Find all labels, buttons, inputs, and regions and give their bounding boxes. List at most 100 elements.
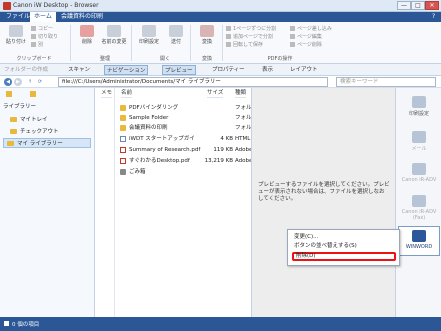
delete-page-icon bbox=[290, 42, 295, 47]
search-input[interactable]: 検索キーワード bbox=[336, 77, 436, 87]
tree-item-mytray[interactable]: マイトレイ bbox=[10, 115, 48, 123]
rename-button[interactable]: 名前の変更 bbox=[100, 25, 128, 45]
back-icon[interactable]: ◀ bbox=[4, 78, 12, 86]
printer-icon bbox=[412, 96, 426, 108]
ribbon: 貼り付け コピー 切り取り 別 クリップボード 削除 名前の変更 整理 印刷設定… bbox=[0, 22, 441, 64]
rotate-save-button[interactable]: 回転して保存 bbox=[226, 42, 263, 49]
pdf-file-icon bbox=[120, 157, 126, 164]
split-add-icon bbox=[226, 34, 231, 39]
output-mail-button[interactable]: メール bbox=[398, 128, 440, 156]
menu-item-delete[interactable]: 削除(D) bbox=[292, 252, 396, 261]
convert-button[interactable]: 変換 bbox=[193, 25, 221, 45]
file-row[interactable]: ごみ箱 bbox=[115, 167, 251, 177]
status-text: 0 個の項目 bbox=[12, 322, 40, 328]
menu-item-change[interactable]: 変更(C)... bbox=[292, 233, 396, 242]
column-header-type[interactable]: 種類 bbox=[235, 88, 247, 98]
paste-button[interactable]: 貼り付け bbox=[2, 25, 30, 45]
mail-icon bbox=[412, 131, 426, 143]
cut-button[interactable]: 切り取り bbox=[31, 34, 58, 41]
split-pages-button[interactable]: 1ページずつに分割 bbox=[226, 26, 276, 33]
file-row[interactable]: 会議資料の印刷 フォル bbox=[115, 123, 252, 133]
printer-icon bbox=[142, 25, 156, 37]
library-pane: ライブラリー マイトレイ チェックアウト マイ ライブラリー bbox=[0, 88, 95, 317]
ribbon-divider bbox=[190, 25, 191, 61]
memo-column: メモ bbox=[95, 88, 115, 317]
add-page-split-button[interactable]: 追加ページで分割 bbox=[226, 34, 273, 41]
word-icon bbox=[412, 230, 426, 242]
column-header-size[interactable]: サイズ bbox=[207, 88, 224, 98]
insert-page-icon bbox=[290, 26, 295, 31]
file-row[interactable]: Sample Folder フォル bbox=[115, 113, 252, 123]
create-folder-button[interactable]: フォルダーの作成 bbox=[4, 65, 48, 75]
folder-icon bbox=[10, 117, 17, 122]
properties-button[interactable]: プロパティー bbox=[212, 65, 245, 75]
file-row[interactable]: すぐわかるDesktop.pdf 13,219 KB Adobe bbox=[115, 156, 252, 166]
add-library-icon[interactable] bbox=[30, 91, 36, 97]
folder-icon bbox=[120, 104, 126, 111]
tree-item-checkout[interactable]: チェックアウト bbox=[10, 127, 59, 135]
copy-icon bbox=[31, 26, 36, 31]
scan-button[interactable]: スキャン bbox=[68, 65, 90, 75]
menu-bar: ファイル ホーム 会議資料の印刷 ? bbox=[0, 12, 441, 22]
paste-icon bbox=[9, 25, 23, 37]
output-canon-fax-button[interactable]: Canon iR-ADV (Fax) bbox=[398, 192, 440, 221]
tree-item-my-library[interactable]: マイ ライブラリー bbox=[3, 138, 91, 148]
file-row[interactable]: iWDT スタートアップガイ 4 KB HTML bbox=[115, 134, 251, 144]
delete-icon bbox=[80, 25, 94, 37]
rotate-icon bbox=[226, 42, 231, 47]
app-icon bbox=[3, 2, 11, 10]
navigation-button[interactable]: ナビゲーション bbox=[104, 65, 149, 75]
group-pdf-ops: PDFの操作 bbox=[267, 56, 293, 62]
fax-icon bbox=[412, 195, 426, 207]
menu-item-reorder[interactable]: ボタンの並べ替えする(S) bbox=[292, 242, 396, 251]
output-canon-adv-button[interactable]: Canon iR-ADV bbox=[398, 160, 440, 188]
folder-icon bbox=[120, 124, 126, 131]
column-header-name[interactable]: 名前 bbox=[121, 88, 133, 98]
folder-icon bbox=[7, 141, 14, 146]
refresh-icon[interactable]: ⟳ bbox=[36, 78, 44, 86]
view-button[interactable]: 表示 bbox=[262, 65, 273, 75]
group-organize: 整理 bbox=[99, 56, 110, 62]
address-input[interactable]: file:///C:/Users/Administrator/Documents… bbox=[58, 77, 328, 87]
edit-page-button[interactable]: ページ編集 bbox=[290, 34, 322, 41]
print-settings-button[interactable]: 印刷設定 bbox=[135, 25, 163, 45]
title-bar: Canon iW Desktop - Browser — □ ✕ bbox=[0, 0, 441, 12]
output-winword-button[interactable]: WINWORD bbox=[398, 226, 440, 256]
window-title: Canon iW Desktop - Browser bbox=[13, 2, 99, 9]
preview-pane: プレビューするファイルを選択してください。プレビューが表示されない場合は、ファイ… bbox=[251, 88, 395, 317]
library-icon bbox=[6, 91, 12, 97]
shortcut-icon bbox=[31, 42, 36, 47]
status-icon bbox=[4, 321, 9, 326]
column-header-memo[interactable]: メモ bbox=[101, 88, 113, 98]
convert-icon bbox=[200, 25, 214, 37]
tab-meeting-print[interactable]: 会議資料の印刷 bbox=[57, 12, 107, 22]
delete-page-button[interactable]: ページ削除 bbox=[290, 42, 322, 49]
send-icon bbox=[169, 25, 183, 37]
layout-button[interactable]: レイアウト bbox=[290, 65, 318, 75]
output-bar: 印刷設定 メール Canon iR-ADV Canon iR-ADV (Fax)… bbox=[395, 88, 441, 317]
file-list: 名前 サイズ 種類 PDFバインダリング フォル Sample Folder フォル… bbox=[115, 88, 252, 317]
address-bar: ◀ ▶ ↑ ⟳ file:///C:/Users/Administrator/D… bbox=[0, 76, 441, 88]
shortcut-button[interactable]: 別 bbox=[31, 42, 43, 49]
forward-icon[interactable]: ▶ bbox=[14, 78, 22, 86]
html-file-icon bbox=[120, 135, 126, 142]
group-open: 開く bbox=[159, 56, 170, 62]
minimize-button[interactable]: — bbox=[397, 1, 411, 10]
help-icon[interactable]: ? bbox=[428, 12, 439, 22]
file-row[interactable]: Summary of Research.pdf 119 KB Adobe bbox=[115, 145, 252, 155]
ribbon-divider bbox=[222, 25, 223, 61]
insert-page-button[interactable]: ページ差し込み bbox=[290, 26, 332, 33]
up-icon[interactable]: ↑ bbox=[26, 78, 34, 86]
maximize-button[interactable]: □ bbox=[411, 1, 425, 10]
copy-button[interactable]: コピー bbox=[31, 26, 53, 33]
group-clipboard: クリップボード bbox=[16, 56, 52, 62]
trash-icon bbox=[120, 168, 126, 175]
tab-home[interactable]: ホーム bbox=[30, 12, 56, 22]
send-button[interactable]: 送付 bbox=[162, 25, 190, 45]
preview-button[interactable]: プレビュー bbox=[162, 65, 196, 75]
output-print-settings-button[interactable]: 印刷設定 bbox=[398, 93, 440, 121]
library-header: ライブラリー bbox=[3, 104, 37, 110]
delete-button[interactable]: 削除 bbox=[73, 25, 101, 45]
file-row[interactable]: PDFバインダリング フォル bbox=[115, 103, 252, 113]
close-button[interactable]: ✕ bbox=[425, 1, 439, 10]
